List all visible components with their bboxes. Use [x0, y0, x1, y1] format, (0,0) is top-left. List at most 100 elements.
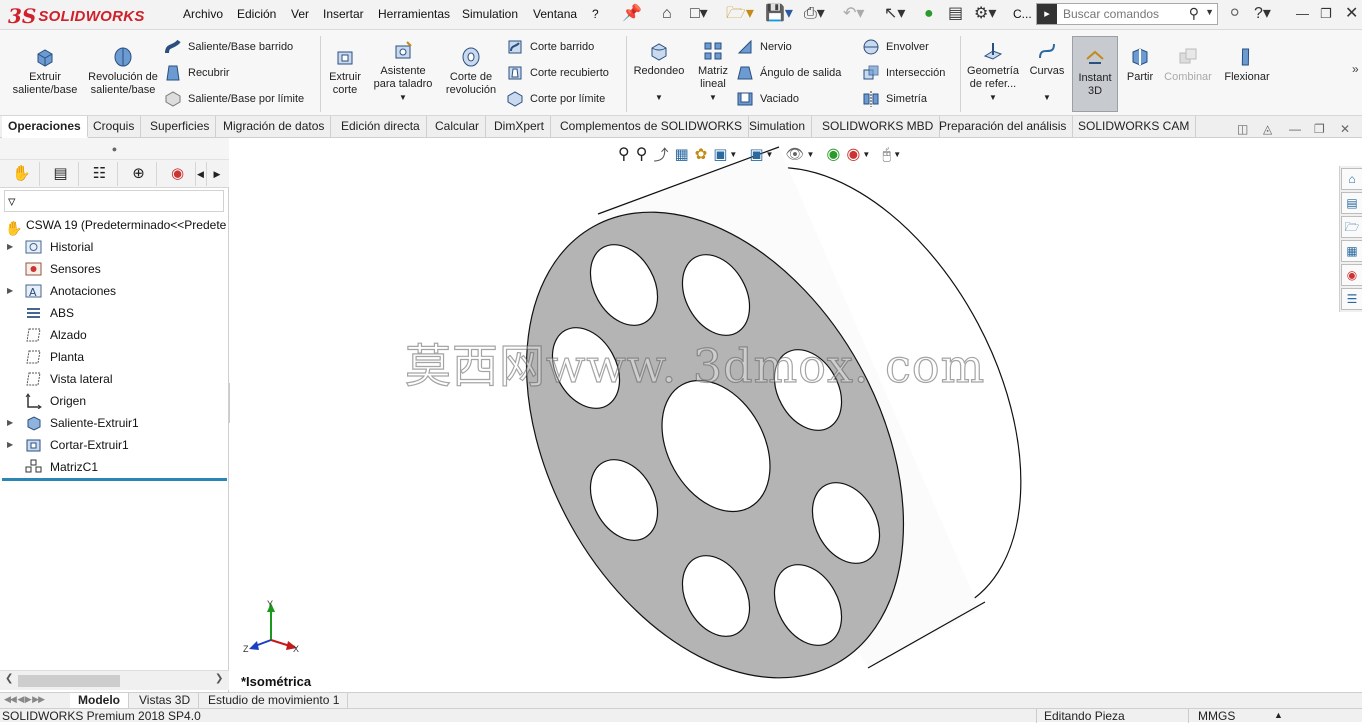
menu-ver[interactable]: Ver: [291, 7, 309, 21]
fillet-button[interactable]: Redondeo ▼: [630, 40, 688, 104]
loft-button[interactable]: Recubrir: [164, 64, 230, 82]
previous-view-icon[interactable]: ⤴: [653, 144, 668, 165]
tab-operaciones[interactable]: Operaciones: [2, 116, 88, 138]
revolve-button[interactable]: Revolución de saliente/base: [86, 46, 160, 97]
tab-estudio-movimiento[interactable]: Estudio de movimiento 1: [200, 693, 349, 708]
tree-item-abs[interactable]: ABS: [0, 302, 229, 324]
dimxpert-manager-tab-icon[interactable]: ⊕: [121, 162, 157, 186]
curves-button[interactable]: Curvas ▼: [1026, 40, 1068, 104]
tree-item-vista-lateral[interactable]: Vista lateral: [0, 368, 229, 390]
scroll-left-arrow-icon[interactable]: ❮: [5, 673, 13, 684]
new-document-icon[interactable]: □▾: [690, 5, 708, 23]
lofted-cut-button[interactable]: Corte recubierto: [506, 64, 609, 82]
appearances-icon[interactable]: ◉: [1341, 264, 1362, 286]
open-folder-icon[interactable]: 🗁▾: [726, 5, 754, 23]
home-icon[interactable]: ⌂: [662, 5, 672, 23]
mirror-button[interactable]: Simetría: [862, 90, 927, 108]
boundary-button[interactable]: Saliente/Base por límite: [164, 90, 304, 108]
apply-scene-icon[interactable]: ◉: [846, 144, 860, 164]
feature-manager-tab-icon[interactable]: ✋: [4, 162, 40, 186]
extrude-button[interactable]: Extruir saliente/base: [8, 46, 82, 97]
intersect-button[interactable]: Intersección: [862, 64, 945, 82]
restore-icon[interactable]: ❐: [1320, 5, 1332, 23]
tab-solidworks-cam[interactable]: SOLIDWORKS CAM: [1072, 116, 1197, 138]
tree-item-alzado[interactable]: Alzado: [0, 324, 229, 346]
chevron-down-icon[interactable]: ▼: [709, 93, 717, 102]
unit-system[interactable]: MMGS: [1198, 709, 1235, 723]
chevron-down-icon[interactable]: ▼: [1205, 7, 1214, 17]
rollback-bar[interactable]: [2, 478, 227, 481]
tab-dimxpert[interactable]: DimXpert: [488, 116, 552, 138]
swept-cut-button[interactable]: Corte barrido: [506, 38, 594, 56]
doc-close-icon[interactable]: ✕: [1340, 122, 1350, 136]
scroll-left-icon[interactable]: ◀: [195, 162, 207, 186]
boundary-cut-button[interactable]: Corte por límite: [506, 90, 605, 108]
scroll-right-arrow-icon[interactable]: ❯: [215, 673, 223, 684]
expand-arrow-icon[interactable]: ▶: [7, 280, 13, 302]
unit-system-chevron-icon[interactable]: ▲: [1274, 708, 1283, 722]
split-button[interactable]: Partir: [1122, 46, 1158, 84]
search-commands[interactable]: ▸ Buscar comandos ⚲ ▼: [1036, 3, 1218, 25]
property-manager-tab-icon[interactable]: ▤: [43, 162, 79, 186]
tile-left-icon[interactable]: ◫: [1237, 122, 1248, 136]
combine-button[interactable]: Combinar: [1160, 46, 1216, 84]
expand-arrow-icon[interactable]: ▶: [7, 412, 13, 434]
tree-item-cortar-extruir1[interactable]: ▶ Cortar-Extruir1: [0, 434, 229, 456]
chevron-down-icon[interactable]: ▼: [399, 93, 407, 102]
flex-button[interactable]: Flexionar: [1220, 46, 1274, 84]
tab-navigation-icon[interactable]: ◀◀ ◀ ▶ ▶▶: [4, 694, 45, 705]
pin-icon[interactable]: 📌: [622, 5, 642, 23]
menu-edicion[interactable]: Edición: [237, 7, 276, 21]
configuration-manager-tab-icon[interactable]: ☷: [82, 162, 118, 186]
print-icon[interactable]: ⎙▾: [804, 5, 825, 23]
design-library-icon[interactable]: ▤: [1341, 192, 1362, 214]
save-icon[interactable]: 💾▾: [765, 5, 793, 23]
chevron-down-icon[interactable]: ▼: [893, 150, 901, 159]
tree-item-origen[interactable]: Origen: [0, 390, 229, 412]
reference-geometry-button[interactable]: Geometría de refer... ▼: [964, 40, 1022, 104]
panel-collapse-handle[interactable]: ●: [0, 138, 229, 160]
menu-insertar[interactable]: Insertar: [323, 7, 364, 21]
horizontal-scrollbar[interactable]: ❮ ❯: [0, 670, 229, 690]
tree-item-historial[interactable]: ▶ Historial: [0, 236, 229, 258]
solidworks-resources-icon[interactable]: ⌂: [1341, 168, 1362, 190]
menu-ventana[interactable]: Ventana: [533, 7, 577, 21]
file-properties-icon[interactable]: ▤: [948, 5, 963, 23]
tree-item-sensores[interactable]: Sensores: [0, 258, 229, 280]
expand-arrow-icon[interactable]: ▶: [7, 236, 13, 258]
expand-arrow-icon[interactable]: ▶: [7, 434, 13, 456]
view-orientation-icon[interactable]: ▣: [713, 145, 727, 163]
tab-simulation[interactable]: Simulation: [743, 116, 813, 138]
menu-archivo[interactable]: Archivo: [183, 7, 223, 21]
tab-migracion-datos[interactable]: Migración de datos: [217, 116, 332, 138]
hole-wizard-button[interactable]: Asistente para taladro ▼: [368, 40, 438, 104]
doc-minimize-icon[interactable]: —: [1289, 122, 1301, 136]
select-arrow-icon[interactable]: ↖▾: [884, 5, 905, 23]
zoom-to-fit-icon[interactable]: ⚲: [618, 144, 630, 164]
view-palette-icon[interactable]: ▦: [1341, 240, 1362, 262]
view-settings-icon[interactable]: 🖰: [882, 146, 891, 163]
minimize-icon[interactable]: —: [1296, 5, 1309, 23]
undo-icon[interactable]: ↶▾: [843, 5, 864, 23]
model-view[interactable]: Y X Z: [230, 138, 1339, 692]
linear-pattern-button[interactable]: Matriz lineal ▼: [692, 40, 734, 104]
chevron-down-icon[interactable]: ▼: [806, 150, 814, 159]
display-manager-tab-icon[interactable]: ◉: [160, 162, 196, 186]
tab-complementos[interactable]: Complementos de SOLIDWORKS: [554, 116, 750, 138]
instant3d-button[interactable]: Instant 3D: [1072, 36, 1118, 112]
tab-modelo[interactable]: Modelo: [70, 693, 129, 708]
tree-item-saliente-extruir1[interactable]: ▶ Saliente-Extruir1: [0, 412, 229, 434]
options-gear-icon[interactable]: ⚙▾: [974, 5, 996, 23]
chevron-down-icon[interactable]: ▼: [989, 93, 997, 102]
chevron-down-icon[interactable]: ▼: [729, 150, 737, 159]
ribbon-overflow-icon[interactable]: »: [1352, 62, 1359, 76]
menu-help[interactable]: ?: [592, 7, 599, 21]
section-view-icon[interactable]: ▦: [674, 145, 688, 163]
display-style-icon[interactable]: ▣: [749, 145, 763, 163]
tab-preparacion-analisis[interactable]: Preparación del análisis: [933, 116, 1074, 138]
tree-item-planta[interactable]: Planta: [0, 346, 229, 368]
tab-solidworks-mbd[interactable]: SOLIDWORKS MBD: [816, 116, 941, 138]
tile-right-icon[interactable]: ◬: [1263, 122, 1272, 136]
chevron-down-icon[interactable]: ▼: [655, 93, 663, 102]
tree-item-matrizc1[interactable]: MatrizC1: [0, 456, 229, 478]
